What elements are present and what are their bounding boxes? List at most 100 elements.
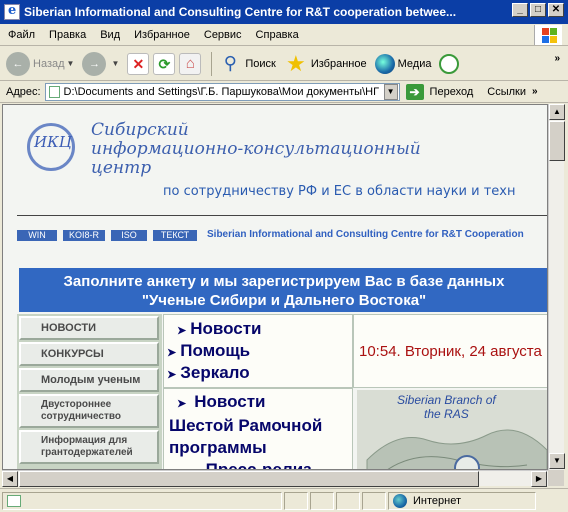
header-divider [17,215,547,216]
status-cell-3 [336,491,360,510]
scroll-right-icon[interactable]: ▶ [531,471,547,487]
scroll-down-icon[interactable]: ▼ [549,453,565,469]
horizontal-scrollbar[interactable]: ◀ ▶ [2,470,548,487]
registration-banner[interactable]: Заполните анкету и мы зарегистрируем Вас… [19,268,547,312]
status-bar: Интернет [0,488,568,512]
side-menu-bilateral[interactable]: Двустороннее сотрудничество [19,394,159,428]
menu-favorites[interactable]: Избранное [134,29,190,41]
refresh-icon[interactable]: ⟳ [153,52,176,75]
home-icon[interactable]: ⌂ [179,52,202,75]
address-dropdown-icon[interactable]: ▼ [383,83,398,100]
status-text [2,491,282,510]
side-menu-grant-info[interactable]: Информация для грантодержателей [19,430,159,464]
history-icon[interactable] [439,53,460,74]
nav-link-mirror-label: Зеркало [180,363,250,382]
links-more-chevron[interactable]: » [532,86,538,97]
menu-tools[interactable]: Сервис [204,29,242,41]
side-menu-news[interactable]: НОВОСТИ [19,316,159,340]
media-globe-icon [374,53,395,74]
org-name-line1: Сибирский [91,120,189,140]
org-subtitle: по сотрудничеству РФ и ЕС в области наук… [163,184,516,199]
back-arrow-icon: ← [6,51,30,76]
zone-label: Интернет [413,494,461,507]
back-dropdown-icon[interactable]: ▼ [67,59,75,68]
status-cell-2 [310,491,334,510]
fp6-news-heading[interactable]: ➤ Новости [169,391,322,415]
page-icon [48,85,60,98]
forward-arrow-icon: → [82,51,107,76]
date-time: 10:54. Вторник, 24 августа [359,343,542,360]
address-label: Адрес: [6,85,41,98]
arrow-icon: ➤ [167,369,177,381]
arrow-icon: ➤ [177,325,187,337]
nav-link-help-label: Помощь [180,341,251,360]
minimize-button[interactable]: _ [512,3,528,17]
address-input[interactable]: D:\Documents and Settings\Г.Б. Паршукова… [44,82,400,101]
maximize-button[interactable]: □ [530,3,546,17]
close-button[interactable]: ✕ [548,3,564,17]
favorites-button[interactable]: ★ Избранное [284,50,367,76]
banner-line1: Заполните анкету и мы зарегистрируем Вас… [63,273,505,290]
menu-file[interactable]: Файл [8,29,35,41]
page-status-icon [7,494,21,507]
fp6-news-heading-label: Новости [194,392,266,411]
fp6-news-line3: программы [169,438,267,457]
nav-link-help[interactable]: ➤ Помощь [167,341,250,361]
search-icon: ⚲ [223,52,237,73]
side-menu-contests[interactable]: КОНКУРСЫ [19,342,159,366]
english-org-name: Siberian Informational and Consulting Ce… [207,229,524,240]
window-controls: _ □ ✕ [512,3,564,17]
org-name: Сибирский информационно-консультационный… [91,121,421,178]
favorites-label: Избранное [310,57,367,70]
nav-link-news[interactable]: ➤ Новости [177,319,262,339]
press-release-link[interactable]: ●Пресс-релиз [169,459,322,470]
address-bar: Адрес: D:\Documents and Settings\Г.Б. Па… [0,81,568,103]
back-label: Назад [33,57,65,70]
scroll-left-icon[interactable]: ◀ [2,471,18,487]
forward-button[interactable]: → ▼ [82,51,119,76]
toolbar-separator [211,51,213,76]
menu-bar: Файл Правка Вид Избранное Сервис Справка [0,24,568,46]
ie-app-icon[interactable] [4,3,20,20]
horizontal-scroll-thumb[interactable] [19,471,479,487]
encoding-koi8-link[interactable]: KOI8-R [63,230,105,241]
page-viewport: ИКЦ Сибирский информационно-консультацио… [2,104,548,470]
menu-edit[interactable]: Правка [49,29,86,41]
encoding-iso-link[interactable]: ISO [111,230,147,241]
press-release-label: Пресс-релиз [205,460,312,470]
star-icon: ★ [285,50,306,76]
nav-link-news-label: Новости [190,319,262,338]
nav-link-mirror[interactable]: ➤ Зеркало [167,363,250,383]
search-button[interactable]: ⚲ Поиск [218,52,276,76]
scroll-up-icon[interactable]: ▲ [549,104,565,120]
window-title: Siberian Informational and Consulting Ce… [24,5,457,19]
fp6-news: ➤ Новости Шестой Рамочной программы ●Прес… [169,391,323,470]
banner-line2: "Ученые Сибири и Дальнего Востока" [141,292,427,309]
arrow-icon: ➤ [167,347,177,359]
scrollbar-corner [548,470,564,486]
security-zone: Интернет [388,491,536,510]
menu-help[interactable]: Справка [256,29,299,41]
encoding-text-link[interactable]: ТЕКСТ [153,230,197,241]
back-button[interactable]: ← Назад ▼ [6,51,75,76]
go-button[interactable]: ➔ Переход [405,83,474,100]
logo-text: ИКЦ [34,133,72,151]
org-name-line2: информационно-консультационный [91,139,421,159]
fp6-news-line2: Шестой Рамочной [169,416,323,435]
forward-dropdown-icon[interactable]: ▼ [111,59,119,68]
media-label: Медиа [397,57,432,70]
go-label: Переход [429,85,474,98]
arrow-icon: ➤ [177,398,187,410]
media-button[interactable]: Медиа [374,53,432,74]
vertical-scrollbar[interactable]: ▲ ▼ [548,104,565,470]
menu-view[interactable]: Вид [100,29,120,41]
vertical-scroll-thumb[interactable] [549,121,565,161]
internet-globe-icon [393,493,407,508]
links-button[interactable]: Ссылки [487,86,526,98]
stop-icon[interactable]: ✕ [127,52,150,75]
web-page: ИКЦ Сибирский информационно-консультацио… [3,105,547,470]
side-menu-young-scientists[interactable]: Молодым ученым [19,368,159,392]
status-cell-4 [362,491,386,510]
encoding-win-link[interactable]: WIN [17,230,57,241]
toolbar-more-chevron[interactable]: » [554,53,560,64]
